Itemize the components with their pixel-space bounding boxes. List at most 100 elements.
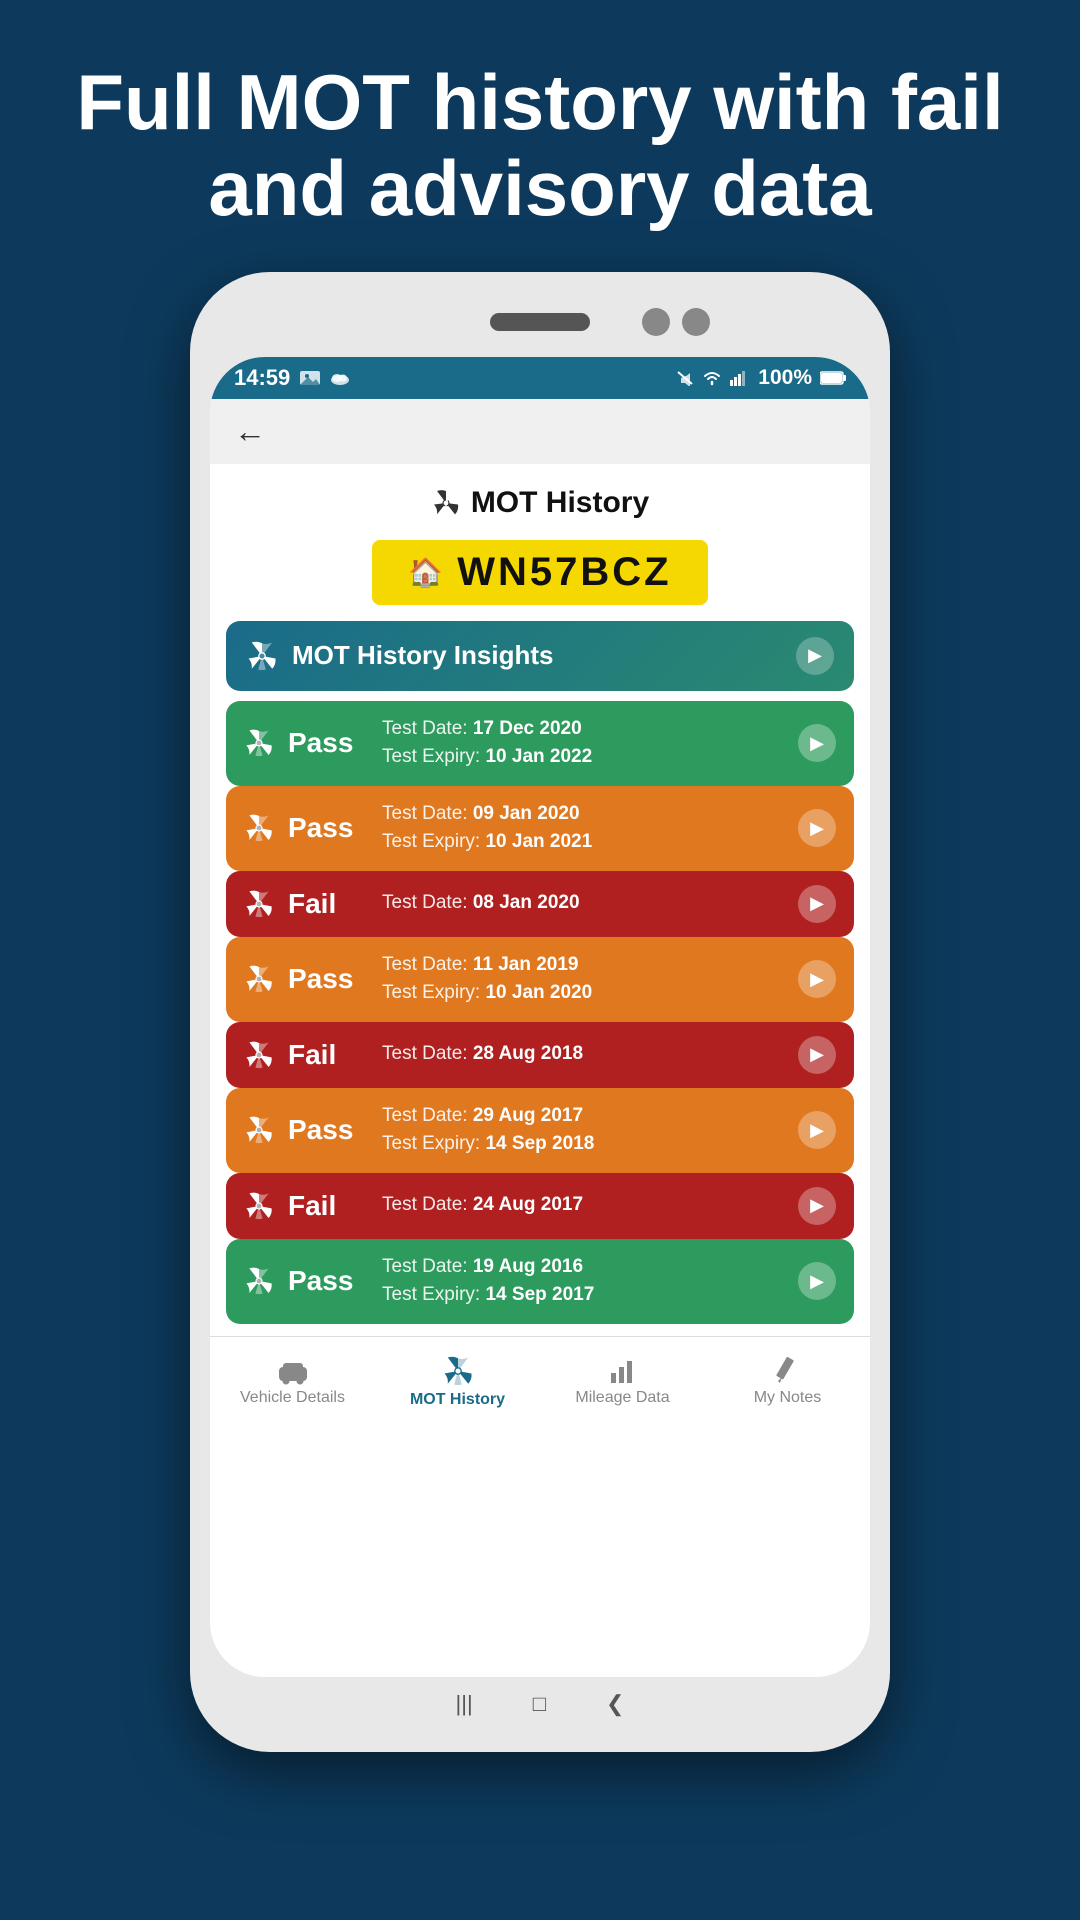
mot-row-6[interactable]: Fail Test Date: 24 Aug 2017 ▶ [226, 1173, 854, 1239]
mot-dates-5: Test Date: 29 Aug 2017 Test Expiry: 14 S… [382, 1102, 594, 1159]
mot-row-3[interactable]: Pass Test Date: 11 Jan 2019 Test Expiry:… [226, 937, 854, 1022]
mot-status-3: Pass [288, 963, 368, 995]
mot-dates-4: Test Date: 28 Aug 2018 [382, 1040, 583, 1069]
mot-dates-0: Test Date: 17 Dec 2020 Test Expiry: 10 J… [382, 715, 592, 772]
battery-icon [820, 371, 846, 385]
nav-my-notes[interactable]: My Notes [705, 1357, 870, 1407]
mot-play-button-5[interactable]: ▶ [798, 1111, 836, 1149]
screen-content: MOT History 🏠 WN57BCZ [210, 464, 870, 1677]
wifi-icon [702, 370, 722, 386]
mute-icon [676, 370, 694, 386]
gallery-icon [300, 371, 320, 385]
mot-row-left-5: Pass Test Date: 29 Aug 2017 Test Expiry:… [244, 1102, 594, 1159]
phone-cameras [642, 308, 710, 336]
mot-status-2: Fail [288, 888, 368, 920]
mot-row-left-4: Fail Test Date: 28 Aug 2018 [244, 1039, 583, 1071]
mot-dates-2: Test Date: 08 Jan 2020 [382, 889, 580, 918]
plate-container: 🏠 WN57BCZ [210, 530, 870, 621]
radiation-icon-title [431, 488, 461, 518]
mot-row-0[interactable]: Pass Test Date: 17 Dec 2020 Test Expiry:… [226, 701, 854, 786]
radiation-icon-row-7 [244, 1266, 274, 1296]
phone-screen: 14:59 100% ← [210, 357, 870, 1677]
mot-status-4: Fail [288, 1039, 368, 1071]
insights-play-button[interactable]: ▶ [796, 637, 834, 675]
gesture-home: □ [533, 1691, 546, 1717]
mot-status-5: Pass [288, 1114, 368, 1146]
gesture-nav: ||| □ ❮ [456, 1691, 625, 1717]
radiation-icon-row-1 [244, 813, 274, 843]
mot-dates-1: Test Date: 09 Jan 2020 Test Expiry: 10 J… [382, 800, 592, 857]
mot-row-left-2: Fail Test Date: 08 Jan 2020 [244, 888, 580, 920]
mot-play-button-0[interactable]: ▶ [798, 724, 836, 762]
nav-notes-label: My Notes [754, 1389, 822, 1407]
mot-row-left-1: Pass Test Date: 09 Jan 2020 Test Expiry:… [244, 800, 592, 857]
mot-row-4[interactable]: Fail Test Date: 28 Aug 2018 ▶ [226, 1022, 854, 1088]
mot-play-button-1[interactable]: ▶ [798, 809, 836, 847]
nav-mot-label: MOT History [410, 1391, 505, 1409]
insights-row[interactable]: MOT History Insights ▶ [226, 621, 854, 691]
phone-bottom-bar: ||| □ ❮ [210, 1677, 870, 1732]
bottom-nav: Vehicle Details MOT History [210, 1336, 870, 1426]
cloud-icon [330, 371, 350, 385]
back-button[interactable]: ← [234, 413, 266, 450]
mot-row-left-3: Pass Test Date: 11 Jan 2019 Test Expiry:… [244, 951, 592, 1008]
mot-row-7[interactable]: Pass Test Date: 19 Aug 2016 Test Expiry:… [226, 1239, 854, 1324]
phone-speaker [490, 313, 590, 331]
camera-2 [682, 308, 710, 336]
radiation-icon-row-5 [244, 1115, 274, 1145]
mot-play-button-3[interactable]: ▶ [798, 960, 836, 998]
radiation-icon-row-6 [244, 1191, 274, 1221]
radiation-icon-row-4 [244, 1040, 274, 1070]
page-title: MOT History [471, 486, 649, 520]
mot-status-6: Fail [288, 1190, 368, 1222]
page-headline: Full MOT history with fail and advisory … [0, 0, 1080, 272]
mot-row-1[interactable]: Pass Test Date: 09 Jan 2020 Test Expiry:… [226, 786, 854, 871]
pencil-icon [774, 1357, 802, 1385]
mot-status-7: Pass [288, 1265, 368, 1297]
radiation-icon-row-2 [244, 889, 274, 919]
mot-row-left-0: Pass Test Date: 17 Dec 2020 Test Expiry:… [244, 715, 592, 772]
mot-records-container: Pass Test Date: 17 Dec 2020 Test Expiry:… [226, 701, 854, 1324]
signal-icon [730, 370, 750, 386]
camera-1 [642, 308, 670, 336]
gesture-back: ||| [456, 1691, 473, 1717]
mot-dates-3: Test Date: 11 Jan 2019 Test Expiry: 10 J… [382, 951, 592, 1008]
mot-row-2[interactable]: Fail Test Date: 08 Jan 2020 ▶ [226, 871, 854, 937]
nav-mileage-data[interactable]: Mileage Data [540, 1357, 705, 1407]
page-title-area: MOT History [210, 464, 870, 530]
mot-play-button-2[interactable]: ▶ [798, 885, 836, 923]
mot-list: MOT History Insights ▶ Pass Test Date: 1… [210, 621, 870, 1336]
battery-text: 100% [758, 366, 812, 390]
chart-icon [609, 1357, 637, 1385]
phone-notch [210, 292, 870, 352]
mot-row-left-6: Fail Test Date: 24 Aug 2017 [244, 1190, 583, 1222]
mot-play-button-4[interactable]: ▶ [798, 1036, 836, 1074]
nav-vehicle-details[interactable]: Vehicle Details [210, 1357, 375, 1407]
insights-label: MOT History Insights [292, 640, 553, 671]
nav-mileage-label: Mileage Data [575, 1389, 669, 1407]
garage-icon: 🏠 [408, 556, 443, 589]
mot-dates-6: Test Date: 24 Aug 2017 [382, 1191, 583, 1220]
radiation-icon-insights [246, 640, 278, 672]
mot-play-button-7[interactable]: ▶ [798, 1262, 836, 1300]
nav-vehicle-label: Vehicle Details [240, 1389, 345, 1407]
mot-dates-7: Test Date: 19 Aug 2016 Test Expiry: 14 S… [382, 1253, 594, 1310]
license-plate: 🏠 WN57BCZ [372, 540, 707, 605]
mot-row-5[interactable]: Pass Test Date: 29 Aug 2017 Test Expiry:… [226, 1088, 854, 1173]
mot-status-0: Pass [288, 727, 368, 759]
status-icons: 100% [676, 366, 846, 390]
plate-number: WN57BCZ [457, 550, 671, 595]
mot-row-left-7: Pass Test Date: 19 Aug 2016 Test Expiry:… [244, 1253, 594, 1310]
car-icon [277, 1357, 309, 1385]
top-nav-bar: ← [210, 399, 870, 464]
phone-frame: 14:59 100% ← [190, 272, 890, 1752]
gesture-recent: ❮ [606, 1691, 624, 1717]
status-bar: 14:59 100% [210, 357, 870, 399]
insights-left: MOT History Insights [246, 640, 553, 672]
radiation-icon-row-0 [244, 728, 274, 758]
mot-play-button-6[interactable]: ▶ [798, 1187, 836, 1225]
nav-mot-history[interactable]: MOT History [375, 1355, 540, 1409]
radiation-nav-icon [442, 1355, 474, 1387]
mot-status-1: Pass [288, 812, 368, 844]
status-time: 14:59 [234, 365, 350, 391]
